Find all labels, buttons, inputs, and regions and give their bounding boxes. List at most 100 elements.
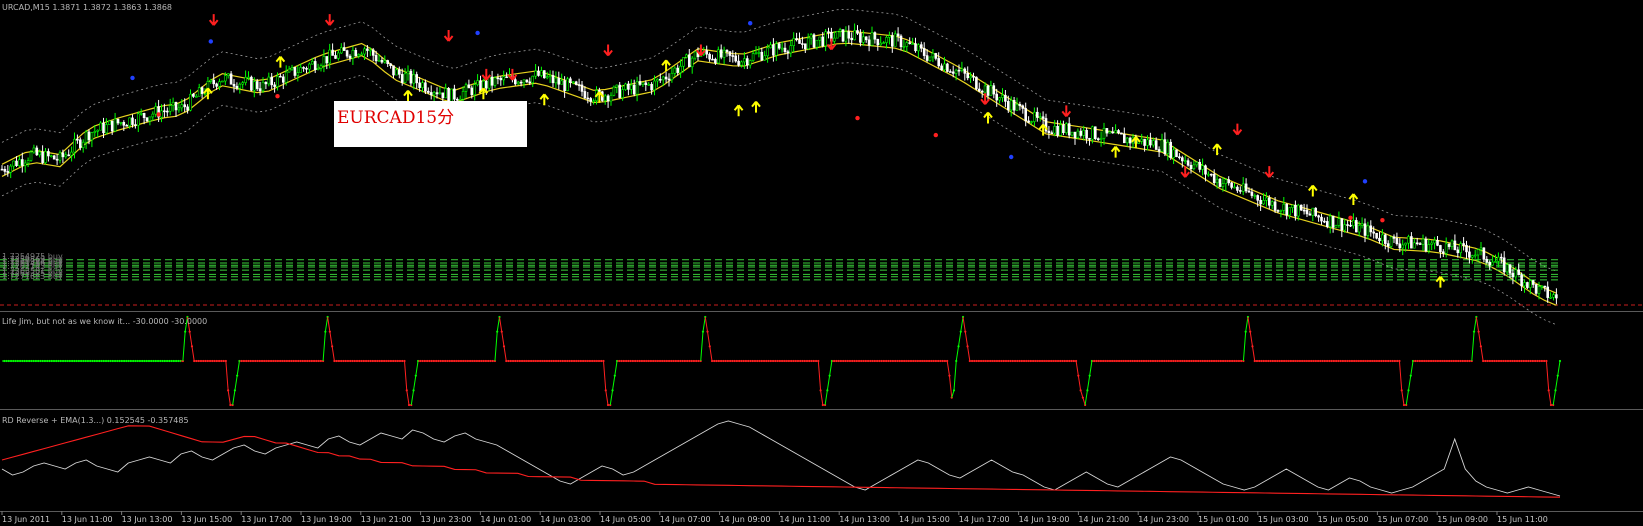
candle-body xyxy=(386,60,390,64)
time-tick-label: 13 Jun 15:00 xyxy=(181,515,232,524)
candle-body xyxy=(1421,238,1425,245)
candle-body xyxy=(893,33,897,47)
candle-body xyxy=(537,70,540,76)
candle-body xyxy=(168,105,172,112)
candle-body xyxy=(1317,215,1320,218)
candle-body xyxy=(1070,131,1074,136)
candle-body xyxy=(339,47,343,54)
candle-body xyxy=(618,84,622,98)
candle-body xyxy=(1096,138,1100,140)
signal-dot xyxy=(1362,179,1368,184)
candle-body xyxy=(548,75,552,77)
candle-body xyxy=(1346,224,1349,226)
candle-body xyxy=(200,87,204,94)
candle-body xyxy=(484,80,488,89)
candle-body xyxy=(438,92,442,95)
candle-body xyxy=(847,31,851,39)
candle-body xyxy=(1149,139,1152,146)
candle-body xyxy=(589,98,593,102)
candle-body xyxy=(1418,243,1422,245)
candle-body xyxy=(951,71,955,74)
candle-body xyxy=(189,93,192,111)
candle-body xyxy=(1514,269,1518,278)
candle-body xyxy=(789,45,793,54)
candle-body xyxy=(96,129,99,132)
candle-body xyxy=(1508,264,1512,274)
candle-body xyxy=(798,39,801,44)
candle-body xyxy=(1105,128,1109,134)
candle-body xyxy=(273,84,276,87)
candle-body xyxy=(429,92,433,96)
candle-body xyxy=(719,49,723,58)
candle-body xyxy=(1073,131,1077,138)
candle-body xyxy=(250,76,253,91)
candle-body xyxy=(1056,125,1059,136)
candle-body xyxy=(1384,234,1387,244)
candle-body xyxy=(296,72,300,76)
candle-body xyxy=(1123,133,1126,144)
time-tick-label: 14 Jun 03:00 xyxy=(540,515,591,524)
candle-body xyxy=(1181,157,1184,162)
candle-body xyxy=(780,47,784,50)
candle-body xyxy=(557,77,561,85)
candle-body xyxy=(84,131,88,143)
candle-body xyxy=(1497,256,1500,262)
candle-body xyxy=(682,57,685,67)
candle-body xyxy=(859,33,862,43)
candle-body xyxy=(653,80,656,91)
candle-body xyxy=(1276,210,1280,212)
candle-body xyxy=(380,59,384,63)
candle-body xyxy=(629,84,633,90)
candle-body xyxy=(1221,183,1225,187)
indicator1-label: Life Jim, but not as we know it... -30.0… xyxy=(2,317,207,326)
candle-body xyxy=(212,79,215,85)
candle-body xyxy=(542,70,546,79)
candle-body xyxy=(1488,261,1491,266)
time-tick-label: 15 Jun 09:00 xyxy=(1437,515,1488,524)
time-tick-label: 14 Jun 17:00 xyxy=(959,515,1010,524)
candle-body xyxy=(1247,190,1251,193)
candle-body xyxy=(122,122,126,126)
time-tick-label: 15 Jun 07:00 xyxy=(1377,515,1428,524)
candle-body xyxy=(1273,201,1277,211)
time-tick-label: 13 Jun 13:00 xyxy=(122,515,173,524)
candle-body xyxy=(774,43,778,56)
candle-body xyxy=(943,63,946,71)
candle-body xyxy=(1352,220,1355,227)
candle-body xyxy=(476,80,479,85)
candle-body xyxy=(1004,94,1007,102)
candle-body xyxy=(1424,238,1428,252)
candle-body xyxy=(345,50,349,57)
candle-body xyxy=(412,74,416,84)
time-tick-label: 13 Jun 17:00 xyxy=(241,515,292,524)
candle-body xyxy=(743,58,746,63)
candle-body xyxy=(516,81,520,85)
candle-body xyxy=(914,43,917,52)
candle-body xyxy=(1140,138,1143,142)
candle-body xyxy=(1218,178,1222,187)
candle-body xyxy=(1285,203,1288,216)
candle-body xyxy=(319,65,323,69)
candle-body xyxy=(908,42,912,44)
candle-body xyxy=(954,69,958,74)
candle-body xyxy=(1183,160,1187,162)
candle-body xyxy=(969,75,972,79)
candle-body xyxy=(1094,126,1097,139)
candle-body xyxy=(1511,272,1515,278)
candle-body xyxy=(305,67,308,70)
time-tick-label: 14 Jun 21:00 xyxy=(1078,515,1129,524)
candle-body xyxy=(1163,139,1167,154)
candle-body xyxy=(377,59,381,62)
candle-body xyxy=(714,58,717,64)
candle-body xyxy=(644,82,648,85)
candle-body xyxy=(1500,256,1503,259)
candle-body xyxy=(76,138,79,141)
time-tick-label: 14 Jun 15:00 xyxy=(899,515,950,524)
candle-body xyxy=(650,83,653,91)
candle-body xyxy=(1468,251,1471,258)
candle-body xyxy=(125,124,128,127)
candle-body xyxy=(1398,243,1402,249)
candle-body xyxy=(1473,254,1477,257)
candle-body xyxy=(1482,247,1486,260)
candle-body xyxy=(1128,137,1132,144)
